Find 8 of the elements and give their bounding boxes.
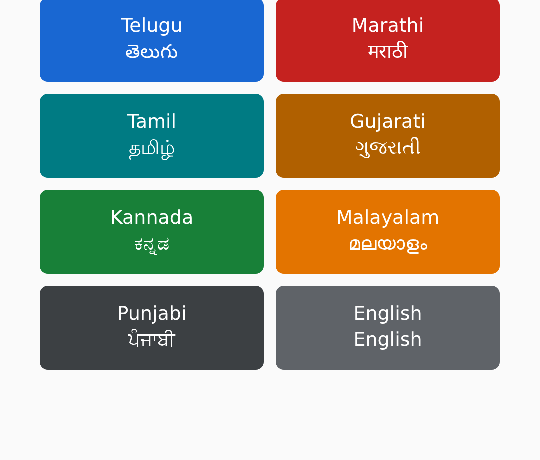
language-button[interactable]: Telugu తెలుగు [40,0,264,82]
language-button[interactable]: Malayalam മലയാളം [276,190,500,274]
language-button[interactable]: Marathi मराठी [276,0,500,82]
language-button[interactable]: English English [276,286,500,370]
language-button[interactable]: Punjabi ਪੰਜਾਬੀ [40,286,264,370]
language-button[interactable]: Kannada ಕನ್ನಡ [40,190,264,274]
language-button[interactable]: Tamil தமிழ் [40,94,264,178]
language-button[interactable]: Gujarati ગુજરાતી [276,94,500,178]
